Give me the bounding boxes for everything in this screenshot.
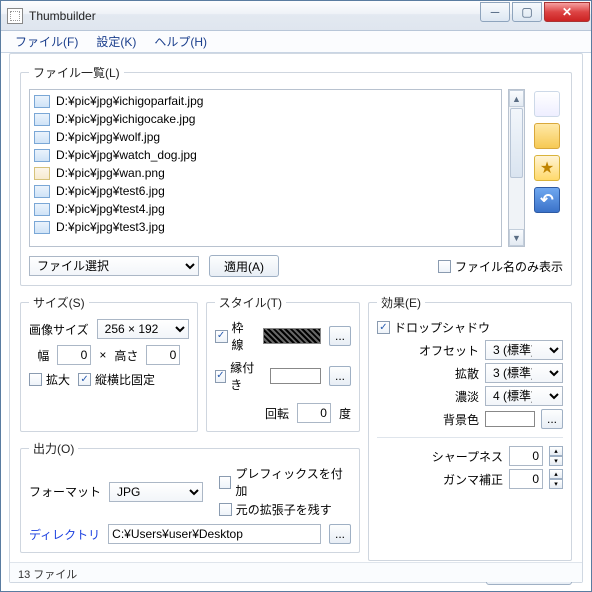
rotate-input[interactable]	[297, 403, 331, 423]
list-item: D:¥pic¥jpg¥ichigoparfait.jpg	[30, 92, 501, 110]
enlarge-check[interactable]: 拡大	[29, 371, 70, 388]
file-select-combo[interactable]: ファイル選択	[29, 256, 199, 276]
side-toolbar: ★ ↶	[531, 89, 563, 247]
spread-combo[interactable]: 3 (標準)	[485, 363, 563, 383]
image-icon	[34, 95, 50, 108]
matte-color-swatch[interactable]	[270, 368, 322, 384]
border-browse-button[interactable]: ...	[329, 326, 351, 346]
prefix-check[interactable]: プレフィックスを付加	[219, 465, 351, 499]
scroll-up-icon[interactable]: ▲	[509, 90, 524, 107]
density-combo[interactable]: 4 (標準)	[485, 386, 563, 406]
menu-file[interactable]: ファイル(F)	[7, 31, 86, 52]
style-group: スタイル(T) ✓枠線 ... ✓縁付き ... 回転	[206, 294, 360, 432]
bgcolor-browse-button[interactable]: ...	[541, 409, 563, 429]
image-icon	[34, 185, 50, 198]
scroll-down-icon[interactable]: ▼	[509, 229, 524, 246]
list-item: D:¥pic¥jpg¥watch_dog.jpg	[30, 146, 501, 164]
apply-button[interactable]: 適用(A)	[209, 255, 279, 277]
menu-settings[interactable]: 設定(K)	[88, 31, 144, 52]
border-color-swatch[interactable]	[263, 328, 321, 344]
app-window: Thumbuilder ─ ▢ ✕ ファイル(F) 設定(K) ヘルプ(H) フ…	[0, 0, 592, 592]
gamma-input[interactable]	[509, 469, 543, 489]
size-legend: サイズ(S)	[29, 294, 89, 311]
shadow-check[interactable]: ✓ドロップシャドウ	[377, 319, 563, 336]
close-button[interactable]: ✕	[544, 2, 590, 22]
file-listbox[interactable]: D:¥pic¥jpg¥ichigoparfait.jpg D:¥pic¥jpg¥…	[29, 89, 502, 247]
image-icon	[34, 221, 50, 234]
filelist-group: ファイル一覧(L) D:¥pic¥jpg¥ichigoparfait.jpg D…	[20, 64, 572, 286]
menu-help[interactable]: ヘルプ(H)	[146, 31, 215, 52]
offset-combo[interactable]: 3 (標準)	[485, 340, 563, 360]
directory-browse-button[interactable]: ...	[329, 524, 351, 544]
image-size-combo[interactable]: 256 × 192	[97, 319, 189, 339]
image-icon	[34, 167, 50, 180]
sharpness-stepper[interactable]: ▴▾	[549, 446, 563, 466]
border-check[interactable]: ✓枠線	[215, 319, 256, 353]
width-input[interactable]	[57, 345, 91, 365]
directory-input[interactable]	[108, 524, 321, 544]
output-group: 出力(O) フォーマット JPG プレフィックスを付加 元の拡張子を残す ディレ…	[20, 440, 360, 553]
titlebar: Thumbuilder ─ ▢ ✕	[1, 1, 591, 31]
menubar: ファイル(F) 設定(K) ヘルプ(H)	[1, 31, 591, 53]
image-icon	[34, 203, 50, 216]
format-combo[interactable]: JPG	[109, 482, 203, 502]
list-item: D:¥pic¥jpg¥test6.jpg	[30, 182, 501, 200]
matte-check[interactable]: ✓縁付き	[215, 359, 262, 393]
effect-legend: 効果(E)	[377, 294, 425, 311]
size-group: サイズ(S) 画像サイズ 256 × 192 幅 × 高さ	[20, 294, 198, 432]
style-legend: スタイル(T)	[215, 294, 286, 311]
maximize-button[interactable]: ▢	[512, 2, 542, 22]
list-item: D:¥pic¥jpg¥ichigocake.jpg	[30, 110, 501, 128]
image-icon	[34, 131, 50, 144]
list-item: D:¥pic¥jpg¥test3.jpg	[30, 218, 501, 236]
keepext-check[interactable]: 元の拡張子を残す	[219, 501, 351, 518]
image-size-label: 画像サイズ	[29, 321, 89, 338]
scroll-thumb[interactable]	[510, 108, 523, 178]
bgcolor-swatch[interactable]	[485, 411, 535, 427]
client-area: ファイル一覧(L) D:¥pic¥jpg¥ichigoparfait.jpg D…	[9, 53, 583, 583]
effect-group: 効果(E) ✓ドロップシャドウ オフセット3 (標準) 拡散3 (標準) 濃淡4…	[368, 294, 572, 561]
gamma-stepper[interactable]: ▴▾	[549, 469, 563, 489]
image-icon	[34, 113, 50, 126]
aspect-check[interactable]: ✓縦横比固定	[78, 371, 155, 388]
window-title: Thumbuilder	[29, 9, 478, 23]
filelist-legend: ファイル一覧(L)	[29, 64, 124, 81]
status-text: 13 ファイル	[18, 569, 77, 581]
open-folder-icon[interactable]	[534, 123, 560, 149]
list-item: D:¥pic¥jpg¥wan.png	[30, 164, 501, 182]
list-item: D:¥pic¥jpg¥test4.jpg	[30, 200, 501, 218]
new-doc-icon[interactable]	[534, 91, 560, 117]
height-input[interactable]	[146, 345, 180, 365]
directory-label: ディレクトリ	[29, 526, 100, 543]
sharpness-input[interactable]	[509, 446, 543, 466]
favorite-icon[interactable]: ★	[534, 155, 560, 181]
output-legend: 出力(O)	[29, 440, 78, 457]
filelist-scrollbar[interactable]: ▲ ▼	[508, 89, 525, 247]
name-only-check[interactable]: ファイル名のみ表示	[438, 258, 563, 275]
checkbox-icon	[438, 260, 451, 273]
matte-browse-button[interactable]: ...	[329, 366, 351, 386]
minimize-button[interactable]: ─	[480, 2, 510, 22]
statusbar: 13 ファイル	[10, 562, 582, 582]
list-item: D:¥pic¥jpg¥wolf.jpg	[30, 128, 501, 146]
app-icon	[7, 8, 23, 24]
undo-icon[interactable]: ↶	[534, 187, 560, 213]
image-icon	[34, 149, 50, 162]
